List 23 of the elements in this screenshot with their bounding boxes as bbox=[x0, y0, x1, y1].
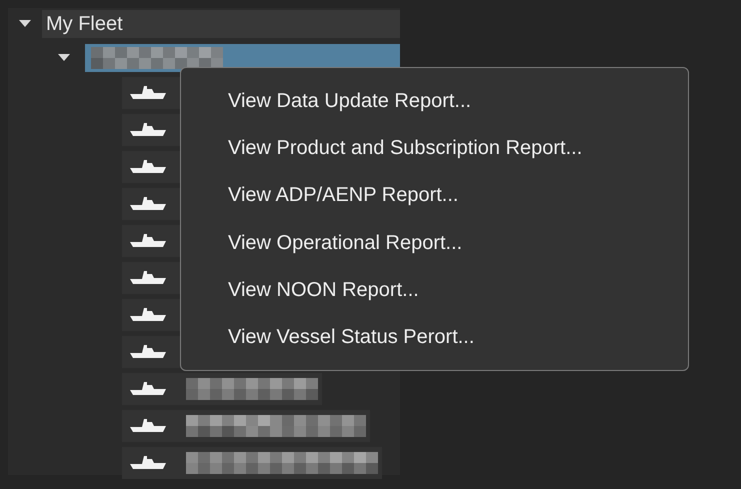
collapse-arrow-icon[interactable] bbox=[19, 20, 31, 28]
ship-icon bbox=[130, 86, 166, 100]
tree-item[interactable]: My Fleet bbox=[42, 10, 400, 38]
ship-icon bbox=[130, 160, 166, 174]
menu-item[interactable]: View Operational Report... bbox=[181, 218, 688, 266]
tree-item[interactable] bbox=[122, 373, 322, 405]
ship-icon bbox=[130, 308, 166, 322]
menu-item[interactable]: View Data Update Report... bbox=[181, 77, 688, 124]
tree-item[interactable] bbox=[122, 410, 370, 442]
menu-item[interactable]: View Product and Subscription Report... bbox=[181, 124, 688, 172]
ship-icon bbox=[130, 271, 166, 285]
menu-item[interactable]: View ADP/AENP Report... bbox=[181, 172, 688, 219]
ship-icon bbox=[130, 382, 166, 396]
tree-item[interactable] bbox=[122, 447, 382, 479]
menu-item[interactable]: View Vessel Status Perort... bbox=[181, 314, 688, 361]
ship-icon bbox=[130, 123, 166, 137]
ship-icon bbox=[130, 419, 166, 433]
ship-icon bbox=[130, 197, 166, 211]
ship-icon bbox=[130, 234, 166, 248]
ship-icon bbox=[130, 456, 166, 470]
menu-item[interactable]: View NOON Report... bbox=[181, 266, 688, 314]
collapse-arrow-icon[interactable] bbox=[58, 54, 70, 62]
ship-icon bbox=[130, 345, 166, 359]
